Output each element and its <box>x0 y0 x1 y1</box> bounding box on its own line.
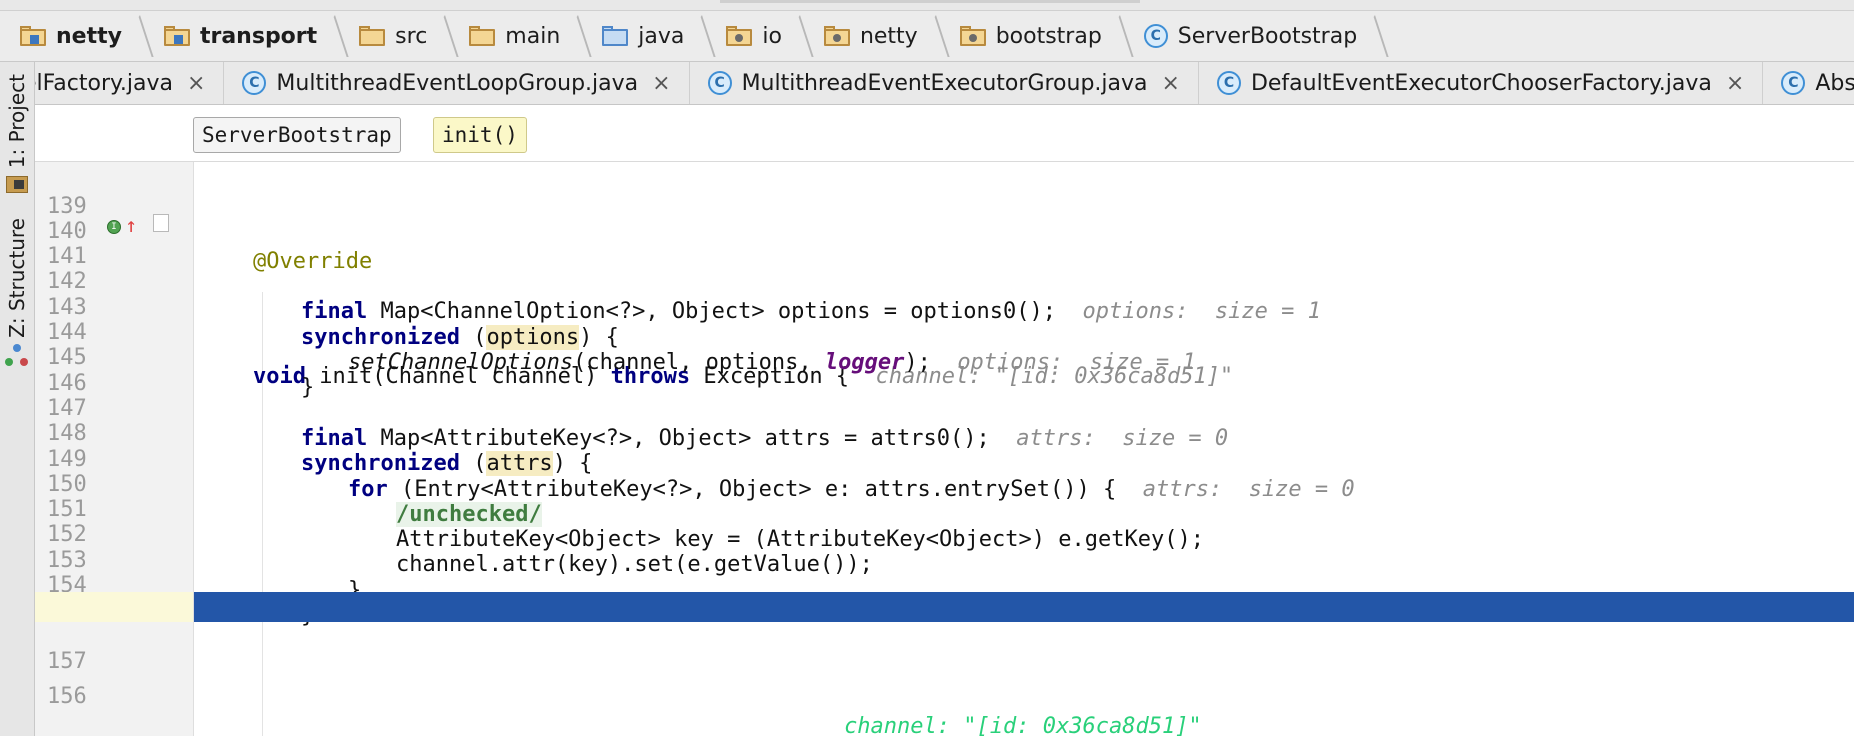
breadcrumb-item-serverbootstrap[interactable]: C ServerBootstrap <box>1124 11 1379 61</box>
breadcrumb-label: java <box>638 23 685 49</box>
close-icon[interactable]: × <box>652 71 670 96</box>
window-tab-indicator <box>720 0 1140 3</box>
package-icon <box>959 26 986 46</box>
tab-multithread-event-executor-group[interactable]: C MultithreadEventExecutorGroup.java × <box>690 62 1199 104</box>
folder-icon <box>469 26 496 46</box>
close-icon[interactable]: × <box>1162 71 1180 96</box>
breadcrumb-label: bootstrap <box>995 23 1102 49</box>
breadcrumb-item-java[interactable]: java <box>582 11 706 61</box>
package-icon <box>726 26 753 46</box>
line-number: 156 <box>47 684 87 709</box>
breadcrumb-label: netty <box>56 23 122 49</box>
breadcrumb-label: ServerBootstrap <box>1177 23 1358 49</box>
tab-default-event-executor-chooser-factory[interactable]: C DefaultEventExecutorChooserFactory.jav… <box>1199 62 1764 104</box>
class-icon: C <box>707 71 732 95</box>
window-top-edge <box>0 0 1854 11</box>
breadcrumb-item-bootstrap[interactable]: bootstrap <box>940 11 1124 61</box>
tab-label: MultithreadEventLoopGroup.java <box>276 70 639 96</box>
tab-label: DefaultEventExecutorChooserFactory.java <box>1250 70 1712 96</box>
class-icon: C <box>1781 71 1806 95</box>
module-folder-icon <box>163 26 190 46</box>
close-icon[interactable]: × <box>187 71 205 96</box>
overrides-arrow-icon[interactable]: ↑ <box>125 214 137 236</box>
breadcrumb: netty transport src main java io netty b… <box>0 11 1854 62</box>
module-folder-icon <box>20 26 46 46</box>
code-text: ChannelPipeline p = channel.pipeline(); … <box>301 714 1202 739</box>
structure-icon <box>5 343 29 368</box>
breadcrumb-label: transport <box>199 23 318 49</box>
breadcrumb-item-transport[interactable]: transport <box>144 11 339 61</box>
breadcrumb-label: main <box>505 23 561 49</box>
project-tab-label: 1: Project <box>5 74 29 169</box>
tab-abstract[interactable]: C Abstrac <box>1763 62 1854 104</box>
tab-label: Abstrac <box>1815 70 1854 96</box>
breadcrumb-item-netty[interactable]: netty <box>0 11 144 61</box>
tab-label: elFactory.java <box>35 70 173 96</box>
breadcrumb-item-src[interactable]: src <box>339 11 449 61</box>
project-tool-tab[interactable]: 1: Project <box>0 74 34 194</box>
tab-multithread-event-loop-group[interactable]: C MultithreadEventLoopGroup.java × <box>224 62 690 104</box>
structure-tool-tab[interactable]: Z: Structure <box>0 218 34 368</box>
source-folder-icon <box>602 26 629 46</box>
nav-class-button[interactable]: ServerBootstrap <box>193 117 401 153</box>
nav-method-button[interactable]: init() <box>433 117 527 153</box>
breadcrumb-item-io[interactable]: io <box>706 11 804 61</box>
class-icon: C <box>1143 24 1168 48</box>
breadcrumb-label: io <box>762 23 782 49</box>
project-icon <box>6 174 28 194</box>
class-icon: C <box>242 71 267 95</box>
breadcrumb-label: netty <box>859 23 918 49</box>
close-icon[interactable]: × <box>1726 71 1744 96</box>
editor-nav-bar: ServerBootstrap init() <box>35 105 1854 162</box>
tab-label: MultithreadEventExecutorGroup.java <box>741 70 1148 96</box>
structure-tab-label: Z: Structure <box>5 218 29 338</box>
fold-marker-icon[interactable] <box>153 214 169 232</box>
class-icon: C <box>1216 71 1241 95</box>
breadcrumb-item-main[interactable]: main <box>449 11 582 61</box>
tab-factory[interactable]: elFactory.java × <box>35 62 225 104</box>
package-icon <box>823 26 850 46</box>
breadcrumb-label: src <box>395 23 428 49</box>
breadcrumb-item-netty-package[interactable]: netty <box>804 11 940 61</box>
implementing-method-icon[interactable]: I <box>107 220 121 234</box>
debug-inline-value: channel: "[id: 0x36ca8d51]" <box>844 714 1202 739</box>
code-line-157: 157 <box>35 617 1854 674</box>
editor-tab-bar: elFactory.java × C MultithreadEventLoopG… <box>35 62 1854 105</box>
line-number: 157 <box>47 649 87 674</box>
folder-icon <box>359 26 386 46</box>
left-tool-strip: 1: Project Z: Structure <box>0 62 35 736</box>
